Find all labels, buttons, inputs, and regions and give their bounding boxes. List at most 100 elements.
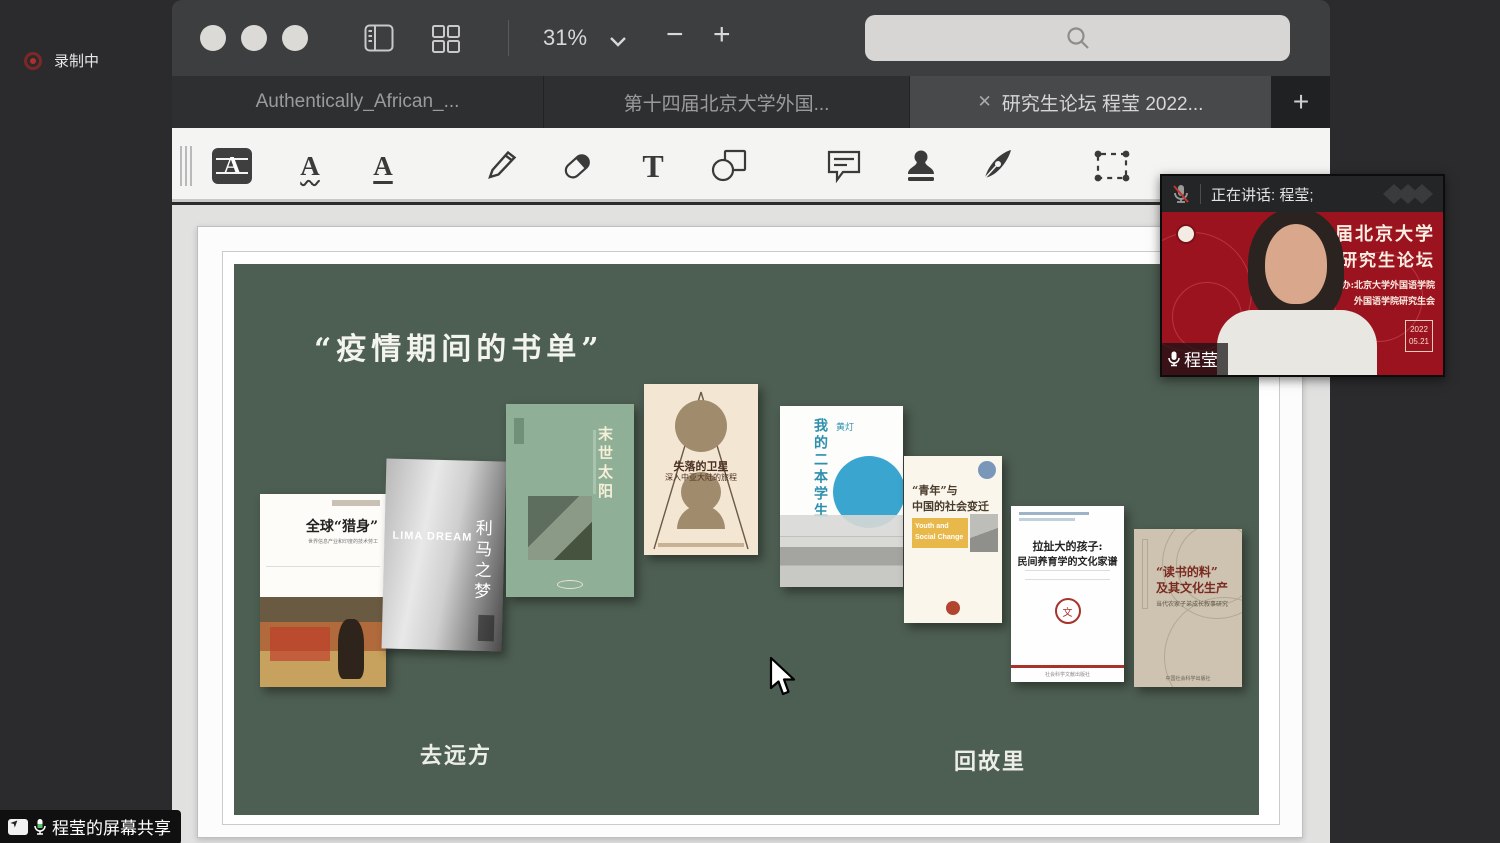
header-separator	[1200, 184, 1201, 204]
book-cover-erben-xuesheng: 我的二本学生 黄灯	[780, 406, 903, 587]
squiggly-underline-tool-icon[interactable]: A	[287, 143, 333, 189]
chevron-down-icon[interactable]	[610, 34, 626, 52]
book-title-line2: 中国的社会变迁	[912, 498, 989, 514]
search-input[interactable]	[865, 15, 1290, 61]
speaker-video-panel[interactable]: 正在讲话: 程莹; 届北京大学 研究生论坛 主办:北京大学外国语学院 外国语学院…	[1160, 174, 1445, 377]
tab-label: Authentically_African_...	[256, 91, 460, 113]
close-window-button[interactable]	[200, 25, 226, 51]
speaker-shoulders	[1217, 310, 1377, 375]
tab-authentically-african[interactable]: Authentically_African_...	[172, 76, 544, 128]
participant-name: 程莹	[1184, 346, 1218, 371]
tab-beida-forum-doc[interactable]: 第十四届北京大学外国...	[544, 76, 910, 128]
markup-toolbar: A A A T	[172, 128, 1330, 202]
book-cover-lache-haizi: 拉扯大的孩子: 民间养育学的文化家谱 文 社会科学文献出版社	[1011, 506, 1124, 682]
shapes-tool-icon[interactable]	[706, 143, 752, 189]
book-subtitle: 深入中亚大陆的旅程	[644, 472, 758, 483]
seal-year: 2022	[1406, 324, 1432, 336]
banner-line2: 研究生论坛	[1340, 246, 1435, 271]
minimize-window-button[interactable]	[241, 25, 267, 51]
highlight-tool-icon[interactable]: A	[209, 143, 255, 189]
book-title-line1: “青年”与	[912, 482, 958, 498]
share-banner-label: 程莹的屏幕共享	[52, 814, 171, 839]
book-cover-quanqiu-lieshen: 全球“猎身” 世界信息产业和印度的技术劳工	[260, 494, 386, 687]
selection-tool-icon[interactable]	[1089, 143, 1135, 189]
glyph: A	[223, 154, 240, 178]
book-cover-green: 末世太阳	[506, 404, 634, 597]
book-title-line1: “读书的料”	[1156, 563, 1218, 580]
toolbar-separator	[508, 20, 509, 56]
slide-frame: “疫情期间的书单” 全球“猎身” 世界信息产业和印度的技术劳工	[222, 251, 1280, 825]
pencil-tool-icon[interactable]	[478, 143, 524, 189]
forum-seal-icon	[1176, 224, 1196, 244]
search-icon	[1065, 25, 1091, 51]
video-panel-header: 正在讲话: 程莹;	[1162, 176, 1443, 212]
tab-bar: Authentically_African_... 第十四届北京大学外国... …	[172, 76, 1330, 128]
underline-tool-icon[interactable]: A	[360, 143, 406, 189]
zoom-in-button[interactable]: +	[713, 18, 731, 52]
window-titlebar: 31% − +	[172, 0, 1330, 76]
book-title: 末世太阳	[595, 426, 616, 502]
book-title-line1: 拉扯大的孩子:	[1011, 538, 1124, 554]
sidebar-toggle-icon[interactable]	[364, 24, 394, 57]
fullscreen-window-button[interactable]	[282, 25, 308, 51]
book-title: 全球“猎身”	[306, 516, 378, 536]
stamp-tool-icon[interactable]	[898, 143, 944, 189]
book-latin-title: Youth and Social Change	[912, 518, 968, 548]
record-icon	[24, 52, 42, 70]
speaking-label: 正在讲话: 程莹;	[1211, 184, 1314, 205]
mic-icon	[1168, 351, 1180, 367]
new-tab-button[interactable]: +	[1272, 76, 1330, 128]
mouse-cursor	[768, 656, 798, 705]
banner-line4: 外国语学院研究生会	[1354, 294, 1435, 307]
date-seal: 2022 05.21	[1405, 320, 1433, 352]
tab-label: 第十四届北京大学外国...	[624, 89, 830, 116]
signature-tool-icon[interactable]	[974, 143, 1020, 189]
tab-label: 研究生论坛 程莹 2022...	[1002, 89, 1204, 116]
zoom-out-button[interactable]: −	[666, 18, 684, 52]
book-latin-title: LIMA DREAM	[392, 529, 472, 545]
group-label-left: 去远方	[420, 738, 492, 770]
book-cover-lima-dream: LIMA DREAM 利马之梦	[382, 458, 507, 651]
thumbnail-grid-icon[interactable]	[431, 24, 461, 59]
mic-active-icon	[34, 818, 46, 836]
book-cover-qingnian-shehui: “青年”与 中国的社会变迁 Youth and Social Change	[904, 456, 1002, 623]
book-cover-shiluo-weixing: 失落的卫星 深入中亚大陆的旅程	[644, 384, 758, 555]
book-cover-dushudeliao: “读书的料” 及其文化生产 当代农家子弟成长叙事研究 中国社会科学出版社	[1134, 529, 1242, 687]
toolbar-drag-handle[interactable]	[180, 146, 192, 186]
document-area: “疫情期间的书单” 全球“猎身” 世界信息产业和印度的技术劳工	[172, 205, 1330, 843]
glyph: A	[373, 153, 393, 180]
banner-line1: 届北京大学	[1335, 220, 1435, 246]
pdf-app-window: 31% − + Authentically_African_... 第十四届北京…	[172, 0, 1330, 843]
participant-name-badge: 程莹	[1162, 343, 1228, 375]
book-title-line2: 及其文化生产	[1156, 579, 1228, 596]
recording-label: 录制中	[54, 50, 99, 71]
banner-line3: 主办:北京大学外国语学院	[1333, 278, 1435, 291]
note-tool-icon[interactable]	[821, 143, 867, 189]
tab-graduate-forum-active[interactable]: ✕ 研究生论坛 程莹 2022...	[910, 76, 1272, 128]
book-author: 黄灯	[836, 420, 854, 433]
pdf-page: “疫情期间的书单” 全球“猎身” 世界信息产业和印度的技术劳工	[197, 226, 1303, 838]
close-tab-icon[interactable]: ✕	[978, 92, 992, 112]
seal-day: 05.21	[1406, 336, 1432, 348]
glyph: T	[642, 150, 663, 182]
eraser-tool-icon[interactable]	[554, 143, 600, 189]
slide-canvas: “疫情期间的书单” 全球“猎身” 世界信息产业和印度的技术劳工	[234, 264, 1259, 815]
slide-title: “疫情期间的书单”	[314, 324, 604, 368]
book-subtitle: 世界信息产业和印度的技术劳工	[286, 538, 378, 545]
watermark-logo-icon	[1391, 184, 1433, 204]
book-subtitle: 当代农家子弟成长叙事研究	[1156, 599, 1228, 608]
glyph: A	[300, 153, 320, 180]
zoom-level-value[interactable]: 31%	[543, 25, 587, 51]
mic-muted-icon	[1172, 184, 1190, 204]
video-feed: 届北京大学 研究生论坛 主办:北京大学外国语学院 外国语学院研究生会 2022 …	[1162, 212, 1443, 375]
group-label-right: 回故里	[954, 744, 1026, 776]
screen: 录制中 31%	[0, 0, 1500, 843]
recording-indicator: 录制中	[24, 50, 99, 71]
text-tool-icon[interactable]: T	[630, 143, 676, 189]
screen-share-icon	[8, 819, 28, 835]
speaker-face	[1265, 224, 1327, 304]
screen-share-banner: 程莹的屏幕共享	[0, 810, 181, 843]
book-title: 我的二本学生	[810, 418, 830, 520]
book-title: 利马之梦	[468, 519, 495, 604]
book-title-line2: 民间养育学的文化家谱	[1011, 553, 1124, 568]
